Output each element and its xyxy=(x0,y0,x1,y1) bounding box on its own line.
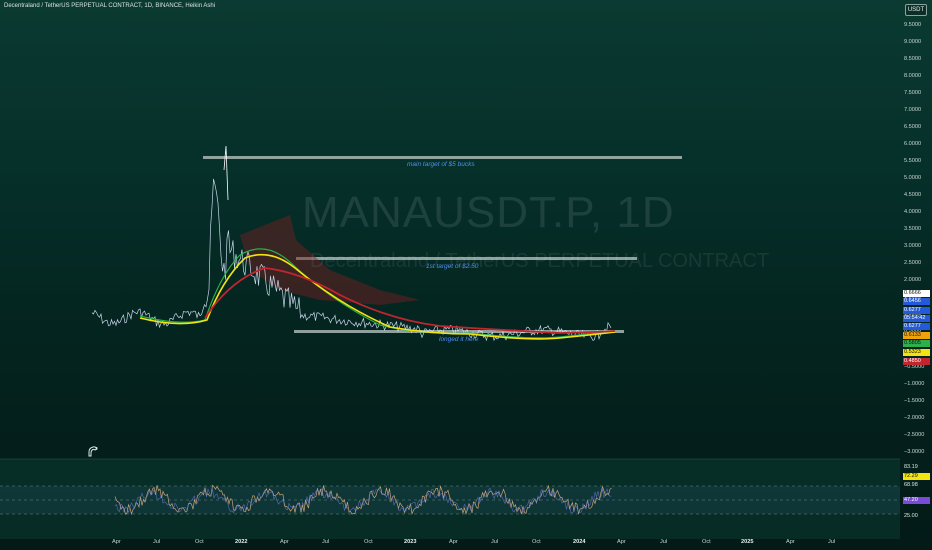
price-tick-label: 5.0000 xyxy=(904,175,922,181)
price-tick-label: 3.5000 xyxy=(904,226,922,232)
time-axis-label: Oct xyxy=(364,539,373,545)
price-badge: 0.6277 xyxy=(903,323,930,330)
rsi-axis-label: 47.20 xyxy=(903,497,930,504)
target-line-5 xyxy=(203,156,682,159)
main-target-annotation[interactable]: main target of $5 bucks xyxy=(407,161,475,168)
time-axis-label: Jul xyxy=(153,539,161,545)
price-tick-label: 6.5000 xyxy=(904,124,922,130)
rsi-axis-label: 72.29 xyxy=(903,473,930,480)
time-axis-label: Jul xyxy=(660,539,668,545)
price-tick-label: −1.5000 xyxy=(904,398,925,404)
time-axis-label: 2022 xyxy=(235,539,248,545)
price-tick-label: 4.0000 xyxy=(904,209,922,215)
time-axis-label: Apr xyxy=(786,539,795,545)
price-spike xyxy=(223,145,229,201)
price-badge: 0.4850 xyxy=(903,358,930,365)
price-badge: 05:54:42 xyxy=(903,315,930,322)
rsi-axis-label: 25.00 xyxy=(904,513,918,519)
price-tick-label: 3.0000 xyxy=(904,243,922,249)
time-axis-label: Oct xyxy=(195,539,204,545)
time-axis-label: Apr xyxy=(617,539,626,545)
time-axis-label: 2025 xyxy=(741,539,754,545)
price-tick-label: 7.5000 xyxy=(904,90,922,96)
price-tick-label: 8.0000 xyxy=(904,73,922,79)
entry-annotation[interactable]: longed it here xyxy=(439,336,478,343)
price-badge: 0.5805 xyxy=(903,340,930,347)
chart-title: Decentraland / TetherUS PERPETUAL CONTRA… xyxy=(4,3,216,9)
price-badge: 0.6456 xyxy=(903,298,930,305)
price-badge: 0.6133 xyxy=(903,332,930,339)
first-target-annotation[interactable]: 1st target of $2.50 xyxy=(426,263,478,270)
price-tick-label: 5.5000 xyxy=(904,158,922,164)
price-tick-label: −1.0000 xyxy=(904,381,925,387)
price-tick-label: 7.0000 xyxy=(904,107,922,113)
description-watermark: Decentraland / TetherUS PERPETUAL CONTRA… xyxy=(310,250,770,272)
time-axis-label: Jul xyxy=(828,539,836,545)
currency-button[interactable]: USDT xyxy=(905,4,927,16)
price-badge: 0.5323 xyxy=(903,349,930,356)
price-tick-label: 2.0000 xyxy=(904,277,922,283)
symbol-watermark: MANAUSDT.P, 1D xyxy=(302,188,675,237)
time-axis-label: Apr xyxy=(449,539,458,545)
price-tick-label: −2.0000 xyxy=(904,415,925,421)
time-axis-label: 2024 xyxy=(573,539,586,545)
tradingview-logo-icon[interactable] xyxy=(86,444,100,458)
price-tick-label: 2.5000 xyxy=(904,260,922,266)
time-axis-label: Oct xyxy=(702,539,711,545)
price-tick-label: 9.0000 xyxy=(904,39,922,45)
price-badge: 0.6277 xyxy=(903,307,930,314)
time-axis-label: Apr xyxy=(280,539,289,545)
rsi-axis-label: 83.19 xyxy=(904,464,918,470)
time-axis-label: Jul xyxy=(491,539,499,545)
price-badge: 0.6666 xyxy=(903,290,930,297)
time-axis-label: Apr xyxy=(112,539,121,545)
price-tick-label: 4.5000 xyxy=(904,192,922,198)
price-tick-label: −3.0000 xyxy=(904,449,925,455)
price-axis[interactable]: 9.5000 9.0000 8.5000 8.0000 7.5000 7.0000 6.50… xyxy=(900,0,932,540)
price-tick-label: 6.0000 xyxy=(904,141,922,147)
price-tick-label: 8.5000 xyxy=(904,56,922,62)
chart-canvas[interactable]: MANAUSDT.P, 1D Decentraland / TetherUS P… xyxy=(0,0,932,550)
time-axis-label: Oct xyxy=(532,539,541,545)
price-tick-label: −2.5000 xyxy=(904,432,925,438)
time-axis-label: 2023 xyxy=(404,539,417,545)
time-axis-label: Jul xyxy=(322,539,330,545)
rsi-axis-label: 68.98 xyxy=(904,482,918,488)
price-tick-label: 9.5000 xyxy=(904,22,922,28)
